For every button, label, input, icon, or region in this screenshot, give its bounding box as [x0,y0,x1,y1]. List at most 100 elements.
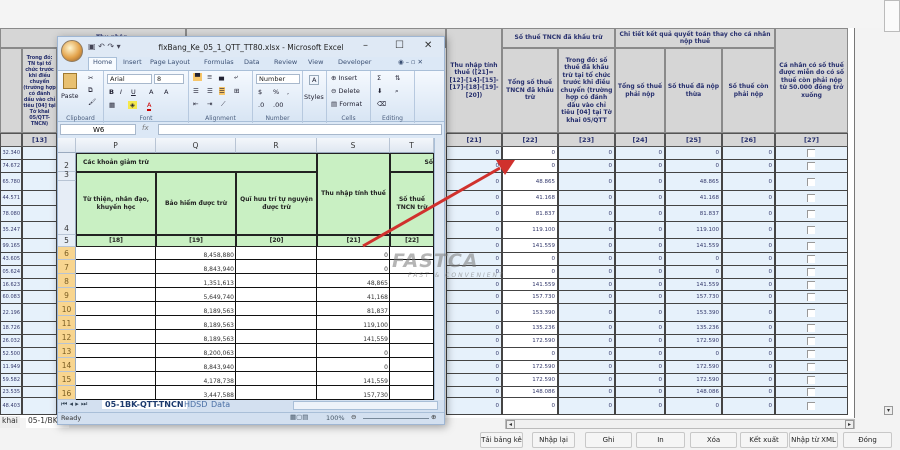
form-cell[interactable]: 0 [665,160,722,173]
worksheet-cell[interactable]: 1,351,613 [156,274,236,288]
form-cell[interactable]: 0 [722,253,775,266]
row-header-4[interactable]: 4 [58,181,76,235]
form-cell[interactable]: 0 [722,361,775,374]
form-cell[interactable]: 0 [558,173,615,191]
worksheet-cell[interactable]: 0 [317,344,390,358]
column-header-R[interactable]: R [236,138,317,153]
worksheet-cell[interactable] [390,316,434,330]
borders-icon[interactable]: ▦ [109,101,115,109]
form-cell[interactable]: 0 [722,374,775,387]
form-cell[interactable]: 172.590 [665,335,722,348]
font-name-select[interactable]: Arial [107,74,152,84]
align-right-icon[interactable]: ☰ [219,87,225,95]
form-cell[interactable]: 119.100 [665,222,722,239]
decrease-indent-icon[interactable]: ⇤ [193,100,198,108]
form-cell[interactable]: 0 [446,160,502,173]
form-cell[interactable]: 0 [615,291,665,304]
form-cell[interactable]: 0 [558,398,615,415]
exempt-checkbox[interactable] [806,363,815,371]
sheet-tab-hdsd[interactable]: HDSD [184,400,207,409]
form-cell[interactable]: 0 [722,160,775,173]
orientation-icon[interactable]: ⟋ [221,100,226,109]
form-cell[interactable]: 0 [446,304,502,322]
worksheet-cell[interactable]: 48,865 [317,274,390,288]
form-cell[interactable]: 0 [558,304,615,322]
left-col-cell[interactable] [22,147,57,160]
form-cell[interactable]: 135.236 [502,322,558,335]
fill-color-icon[interactable]: ◈ [128,101,137,109]
worksheet-cell[interactable] [76,316,156,330]
form-cell[interactable]: 0 [615,374,665,387]
minimize-icon[interactable]: – [363,40,368,51]
scroll-left-icon[interactable]: ◂ [506,420,515,429]
form-cell[interactable]: 0 [615,191,665,206]
form-cell[interactable]: 48.865 [665,173,722,191]
worksheet-cell[interactable] [390,330,434,344]
form-cell[interactable]: 0 [446,222,502,239]
find-select-icon[interactable]: ⌕ [395,87,399,96]
worksheet-cell[interactable]: 119,100 [317,316,390,330]
worksheet-cell[interactable] [76,386,156,400]
exempt-checkbox[interactable] [806,209,815,218]
ribbon-tab-insert[interactable]: Insert [123,58,142,66]
action-button-2[interactable]: Ghi [585,432,632,448]
form-cell[interactable]: 0 [722,206,775,222]
column-header-P[interactable]: P [76,138,156,153]
exempt-checkbox[interactable] [806,255,815,263]
form-cell[interactable]: 0 [722,387,775,398]
row-header-5[interactable]: 5 [58,235,76,247]
form-cell[interactable]: 0 [615,279,665,291]
form-cell[interactable]: 141.559 [665,239,722,253]
exempt-checkbox[interactable] [806,350,815,358]
cut-icon[interactable]: ✂ [88,74,93,82]
form-cell[interactable]: 0 [722,335,775,348]
exempt-checkbox[interactable] [806,162,815,170]
name-box[interactable]: W6 [60,124,136,135]
shrink-font-icon[interactable]: A [164,88,168,96]
form-cell[interactable]: 0 [722,291,775,304]
ribbon-tab-view[interactable]: View [308,58,323,66]
form-cell[interactable]: 135.236 [665,322,722,335]
row-header-12[interactable]: 12 [58,330,76,344]
form-horizontal-scrollbar[interactable]: ◂ ▸ [505,419,855,429]
worksheet-cell[interactable] [236,386,317,400]
action-button-1[interactable]: Nhập lại [532,432,575,448]
form-cell[interactable]: 0 [722,266,775,279]
form-cell[interactable]: 172.590 [502,361,558,374]
row-header-16[interactable]: 16 [58,386,76,400]
worksheet-cell[interactable]: 8,843,940 [156,260,236,274]
help-icon[interactable]: ◉ – ▫ ✕ [398,58,423,66]
exempt-checkbox[interactable] [806,293,815,301]
left-col-cell[interactable] [22,335,57,348]
form-vertical-scrollbar-thumb[interactable] [884,0,900,32]
left-col-cell[interactable] [22,191,57,206]
worksheet-cell[interactable]: 8,189,563 [156,330,236,344]
form-cell[interactable]: 0 [558,361,615,374]
form-cell[interactable]: 0 [615,206,665,222]
comma-icon[interactable]: , [287,88,289,96]
form-cell[interactable]: 157.730 [502,291,558,304]
worksheet-cell[interactable] [236,302,317,316]
excel-horizontal-scrollbar[interactable] [293,401,438,410]
worksheet-cell[interactable]: 141,559 [317,372,390,386]
form-cell[interactable]: 148.086 [502,387,558,398]
worksheet-cell[interactable]: 5,649,740 [156,288,236,302]
worksheet-cell[interactable] [236,330,317,344]
row-header-11[interactable]: 11 [58,316,76,330]
form-cell[interactable]: 41.168 [665,191,722,206]
worksheet-cell[interactable]: 3,447,588 [156,386,236,400]
form-cell[interactable]: 0 [615,304,665,322]
copy-icon[interactable]: ⧉ [88,86,93,95]
paste-button[interactable]: Paste [61,92,79,100]
worksheet-cell[interactable] [236,247,317,260]
merge-icon[interactable]: ⊞ [234,87,239,95]
worksheet-cell[interactable] [236,260,317,274]
form-cell[interactable]: 141.559 [665,279,722,291]
font-color-icon[interactable]: A [147,101,152,111]
bold-icon[interactable]: B [109,88,114,96]
qat-dropdown-icon[interactable]: ▾ [117,42,121,51]
form-cell[interactable]: 172.590 [502,374,558,387]
worksheet-cell[interactable]: 41,168 [317,288,390,302]
worksheet-cell[interactable] [236,372,317,386]
form-cell[interactable]: 0 [502,398,558,415]
